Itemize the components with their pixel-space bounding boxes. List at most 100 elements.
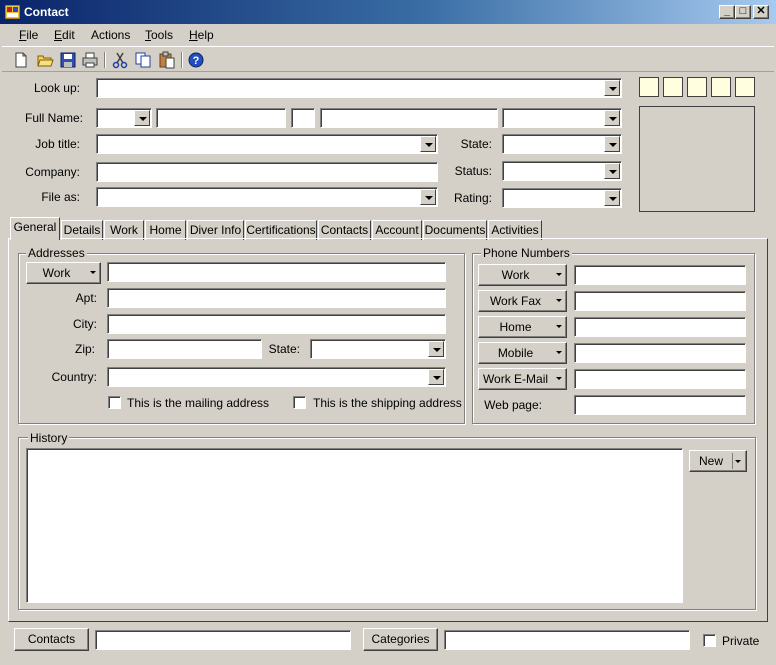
- shipping-address-checkbox[interactable]: [293, 396, 306, 409]
- phone-work-button[interactable]: Work: [478, 264, 567, 286]
- phone-home-input[interactable]: [574, 317, 746, 337]
- rating-label: Rating:: [453, 191, 492, 205]
- save-icon[interactable]: [59, 51, 77, 69]
- name-prefix-combo[interactable]: [96, 108, 152, 128]
- color-swatch[interactable]: [639, 77, 659, 97]
- phone-work-fax-button[interactable]: Work Fax: [478, 290, 567, 312]
- city-label: City:: [73, 317, 97, 331]
- mailing-address-label: This is the mailing address: [127, 396, 270, 410]
- tab-diver-info[interactable]: Diver Info: [187, 220, 244, 240]
- jobtitle-combo[interactable]: [96, 134, 438, 154]
- status-label: Status:: [454, 164, 492, 178]
- tab-documents[interactable]: Documents: [423, 220, 487, 240]
- phone-work-email-input[interactable]: [574, 369, 746, 389]
- history-list[interactable]: [26, 448, 683, 603]
- tab-general[interactable]: General: [10, 217, 60, 240]
- color-swatch[interactable]: [687, 77, 707, 97]
- apt-input[interactable]: [107, 288, 446, 308]
- state-combo[interactable]: [502, 134, 622, 154]
- title-bar[interactable]: Contact _ □ ✕: [0, 0, 776, 24]
- color-swatch[interactable]: [711, 77, 731, 97]
- phone-mobile-input[interactable]: [574, 343, 746, 363]
- chevron-down-icon[interactable]: [604, 80, 620, 96]
- color-swatch[interactable]: [735, 77, 755, 97]
- zip-input[interactable]: [107, 339, 262, 359]
- fullname-label: Full Name:: [24, 111, 83, 125]
- tab-home[interactable]: Home: [145, 220, 186, 240]
- city-input[interactable]: [107, 314, 446, 334]
- history-new-button[interactable]: New: [689, 450, 747, 472]
- apt-label: Apt:: [75, 291, 97, 305]
- contact-photo[interactable]: [639, 106, 755, 212]
- phone-work-input[interactable]: [574, 265, 746, 285]
- country-label: Country:: [51, 370, 97, 384]
- help-icon[interactable]: ?: [187, 51, 205, 69]
- country-combo[interactable]: [107, 367, 446, 387]
- cut-icon[interactable]: [111, 51, 129, 69]
- addresses-title: Addresses: [26, 246, 87, 260]
- chevron-down-icon: [556, 325, 562, 328]
- street-input[interactable]: [107, 262, 446, 282]
- name-suffix-combo[interactable]: [502, 108, 622, 128]
- new-icon[interactable]: [12, 51, 30, 69]
- chevron-down-icon[interactable]: [604, 136, 620, 152]
- footer-categories-button[interactable]: Categories: [363, 628, 438, 651]
- menu-actions[interactable]: Actions: [91, 28, 130, 42]
- phone-work-fax-input[interactable]: [574, 291, 746, 311]
- chevron-down-icon: [556, 377, 562, 380]
- tab-activities[interactable]: Activities: [488, 220, 542, 240]
- phone-numbers-title: Phone Numbers: [481, 246, 572, 260]
- tab-details[interactable]: Details: [61, 220, 103, 240]
- app-icon: [5, 5, 20, 19]
- phone-home-button[interactable]: Home: [478, 316, 567, 338]
- menu-help[interactable]: Help: [189, 28, 214, 42]
- print-icon[interactable]: [81, 51, 99, 69]
- tab-account[interactable]: Account: [372, 220, 422, 240]
- chevron-down-icon: [90, 271, 96, 274]
- tab-contacts[interactable]: Contacts: [318, 220, 371, 240]
- menu-file[interactable]: File: [19, 28, 38, 42]
- tab-work[interactable]: Work: [104, 220, 144, 240]
- phone-work-email-button[interactable]: Work E-Mail: [478, 368, 567, 390]
- close-button[interactable]: ✕: [753, 5, 769, 19]
- color-swatch[interactable]: [663, 77, 683, 97]
- tab-certifications[interactable]: Certifications: [245, 220, 317, 240]
- window-title: Contact: [24, 5, 69, 19]
- webpage-input[interactable]: [574, 395, 746, 415]
- chevron-down-icon[interactable]: [604, 163, 620, 179]
- footer-categories-input[interactable]: [444, 630, 690, 650]
- history-title: History: [28, 431, 70, 445]
- footer-contacts-input[interactable]: [95, 630, 351, 650]
- menu-edit[interactable]: Edit: [54, 28, 75, 42]
- state-label: State:: [460, 137, 492, 151]
- lookup-combo[interactable]: [96, 78, 622, 98]
- fileas-combo[interactable]: [96, 187, 438, 207]
- mailing-address-checkbox[interactable]: [108, 396, 121, 409]
- private-label: Private: [722, 634, 760, 648]
- minimize-button[interactable]: _: [719, 5, 735, 19]
- chevron-down-icon: [735, 460, 741, 463]
- chevron-down-icon[interactable]: [428, 369, 444, 385]
- menu-tools[interactable]: Tools: [145, 28, 173, 42]
- chevron-down-icon[interactable]: [420, 136, 436, 152]
- status-combo[interactable]: [502, 161, 622, 181]
- paste-icon[interactable]: [158, 51, 176, 69]
- company-input[interactable]: [96, 162, 438, 182]
- address-state-combo[interactable]: [310, 339, 446, 359]
- chevron-down-icon[interactable]: [604, 110, 620, 126]
- footer-contacts-button[interactable]: Contacts: [14, 628, 89, 651]
- address-type-button[interactable]: Work: [26, 262, 101, 284]
- first-name-input[interactable]: [156, 108, 286, 128]
- chevron-down-icon[interactable]: [428, 341, 444, 357]
- chevron-down-icon[interactable]: [420, 189, 436, 205]
- maximize-button[interactable]: □: [735, 5, 751, 19]
- chevron-down-icon[interactable]: [134, 110, 150, 126]
- open-icon[interactable]: [36, 51, 54, 69]
- phone-mobile-button[interactable]: Mobile: [478, 342, 567, 364]
- private-checkbox[interactable]: [703, 634, 716, 647]
- rating-combo[interactable]: [502, 188, 622, 208]
- copy-icon[interactable]: [134, 51, 152, 69]
- last-name-input[interactable]: [320, 108, 498, 128]
- middle-initial-input[interactable]: [291, 108, 315, 128]
- chevron-down-icon[interactable]: [604, 190, 620, 206]
